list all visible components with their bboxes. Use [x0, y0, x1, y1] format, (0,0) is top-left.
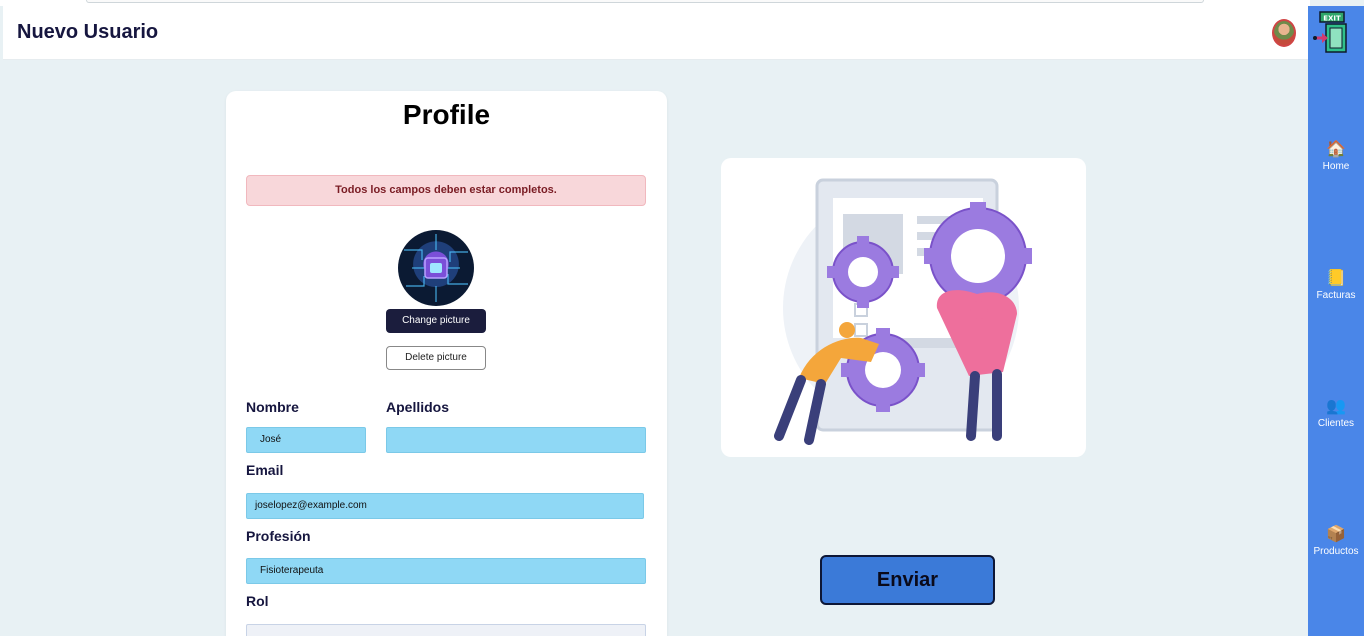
invoice-icon: 📒 [1326, 270, 1346, 287]
sidebar-item-label: Productos [1313, 546, 1359, 557]
profile-card: Profile Todos los campos deben estar com… [226, 91, 667, 636]
horizontal-scrollbar[interactable] [86, 0, 1204, 3]
profesion-label: Profesión [246, 528, 311, 544]
exit-button[interactable]: EXIT [1312, 10, 1352, 56]
delete-picture-button[interactable]: Delete picture [386, 346, 486, 370]
sidebar-item-home[interactable]: 🏠 Home [1308, 141, 1364, 172]
app-header: Nuevo Usuario [3, 6, 1308, 60]
nombre-label: Nombre [246, 399, 299, 415]
sidebar-item-label: Home [1322, 161, 1350, 172]
apellidos-input[interactable] [386, 427, 646, 453]
exit-door-icon: EXIT [1313, 11, 1347, 53]
profesion-input[interactable]: Fisioterapeuta [246, 558, 646, 584]
email-input[interactable]: joselopez@example.com [246, 493, 644, 519]
nombre-input[interactable]: José [246, 427, 366, 453]
profile-picture [398, 230, 474, 306]
products-icon: 📦 [1326, 526, 1346, 543]
sidebar-item-label: Clientes [1317, 418, 1355, 429]
sidebar-item-label: Facturas [1316, 290, 1356, 301]
validation-alert: Todos los campos deben estar completos. [246, 175, 646, 206]
profile-heading: Profile [402, 99, 491, 130]
sidebar-item-clientes[interactable]: 👥 Clientes [1308, 398, 1364, 429]
exit-sign-text: EXIT [1323, 15, 1341, 23]
user-avatar[interactable] [1272, 19, 1296, 47]
change-picture-button[interactable]: Change picture [386, 309, 486, 333]
gears-team-illustration [774, 178, 1032, 445]
email-label: Email [246, 462, 284, 478]
sidebar-item-facturas[interactable]: 📒 Facturas [1308, 270, 1364, 301]
home-icon: 🏠 [1326, 141, 1346, 158]
settings-illustration [721, 158, 1086, 457]
sidebar-item-productos[interactable]: 📦 Productos [1308, 526, 1364, 557]
apellidos-label: Apellidos [386, 399, 450, 415]
clients-icon: 👥 [1326, 398, 1346, 415]
page-title: Nuevo Usuario [17, 21, 159, 43]
submit-button[interactable]: Enviar [820, 555, 995, 605]
circuit-chip-image [404, 234, 468, 302]
rol-select[interactable] [246, 624, 646, 636]
rol-label: Rol [246, 593, 269, 609]
